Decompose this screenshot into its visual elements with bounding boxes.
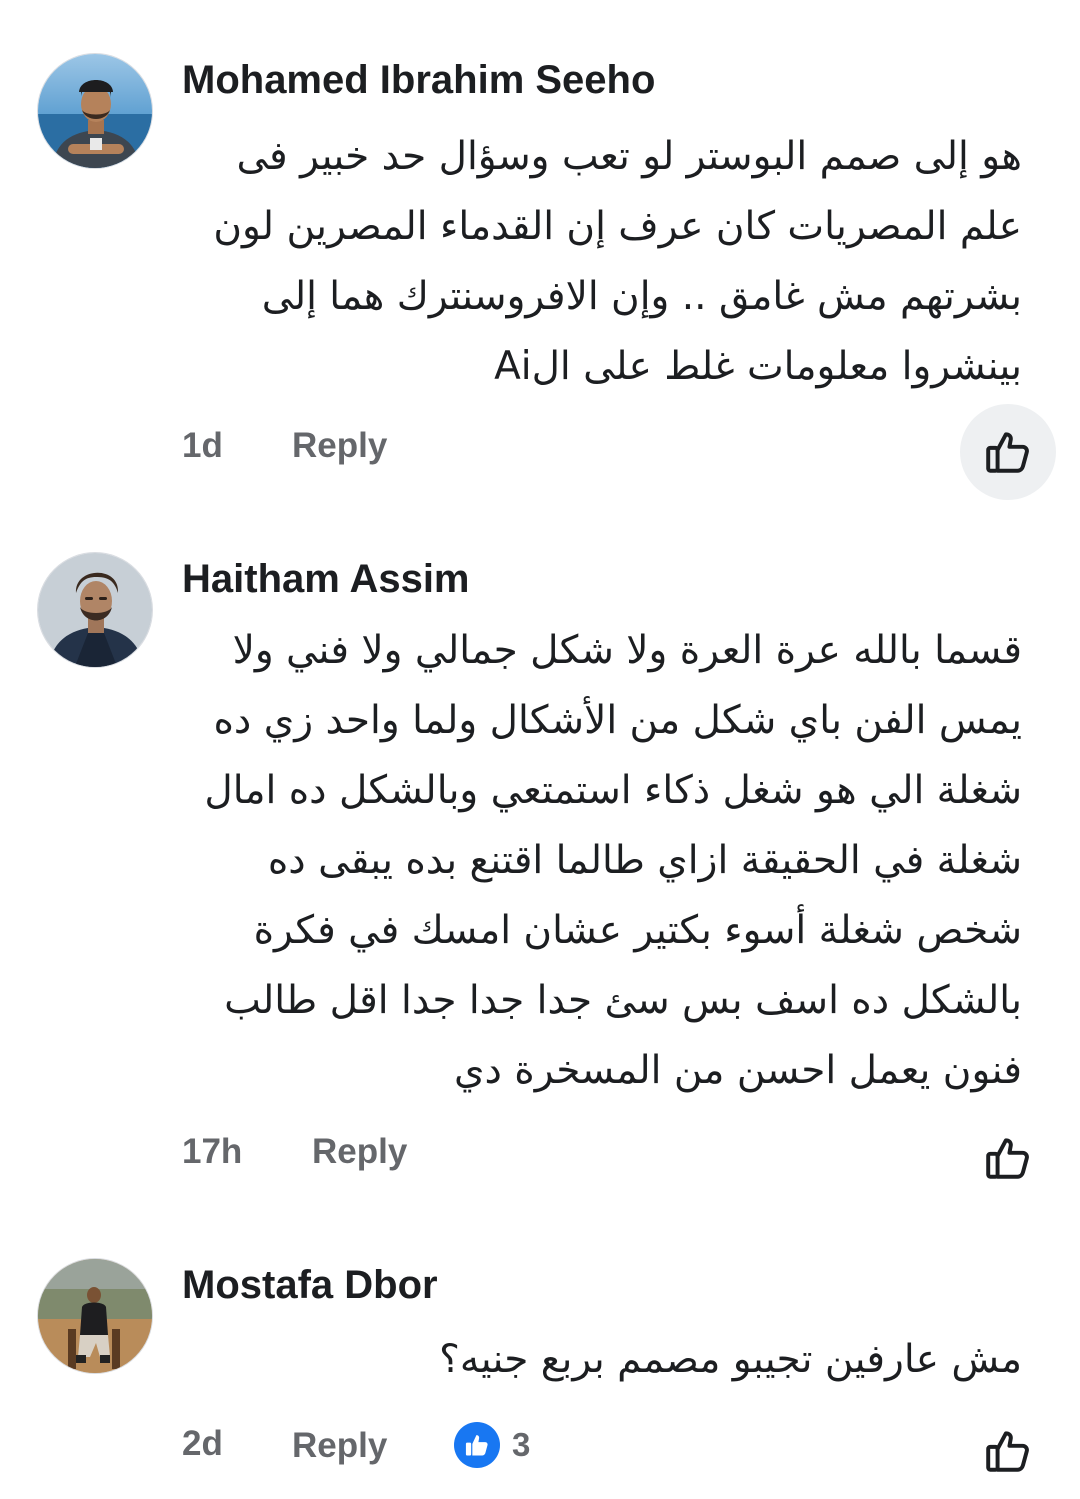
comment-timestamp[interactable]: 2d [182,1424,223,1464]
thumbs-up-icon [986,1138,1029,1179]
comment: Mohamed Ibrahim Seeho هو إلى صمم البوستر… [0,0,1080,520]
avatar-photo [38,54,152,168]
comment-text: قسما بالله عرة العرة ولا شكل جمالي ولا ف… [204,628,1022,1093]
reaction-summary[interactable]: 3 [454,1422,530,1468]
avatar[interactable] [37,1258,153,1374]
comment: Mostafa Dbor مش عارفين تجيبو مصمم بربع ج… [0,1230,1080,1499]
reply-button[interactable]: Reply [292,426,387,466]
like-button[interactable] [960,404,1056,500]
comment-text: هو إلى صمم البوستر لو تعب وسؤال حد خبير … [213,134,1022,389]
reaction-count: 3 [512,1426,531,1463]
avatar-photo [38,553,152,667]
like-reaction-icon [454,1422,500,1468]
comment-author[interactable]: Mostafa Dbor [182,1261,438,1309]
comment-author[interactable]: Mohamed Ibrahim Seeho [182,56,655,104]
comment-text: مش عارفين تجيبو مصمم بربع جنيه؟ [439,1337,1022,1382]
comment: Haitham Assim قسما بالله عرة العرة ولا ش… [0,520,1080,1230]
comment-timestamp[interactable]: 1d [182,426,223,466]
reply-button[interactable]: Reply [312,1132,407,1172]
thumbs-up-icon [465,1435,488,1456]
reply-button[interactable]: Reply [292,1426,387,1466]
comment-timestamp[interactable]: 17h [182,1132,242,1172]
like-button[interactable] [960,1110,1056,1206]
thumbs-up-icon [986,432,1029,473]
avatar[interactable] [37,552,153,668]
like-button[interactable] [960,1403,1056,1499]
thumbs-up-icon [986,1431,1029,1472]
comment-author[interactable]: Haitham Assim [182,555,470,603]
avatar-photo [38,1259,152,1373]
avatar[interactable] [37,53,153,169]
